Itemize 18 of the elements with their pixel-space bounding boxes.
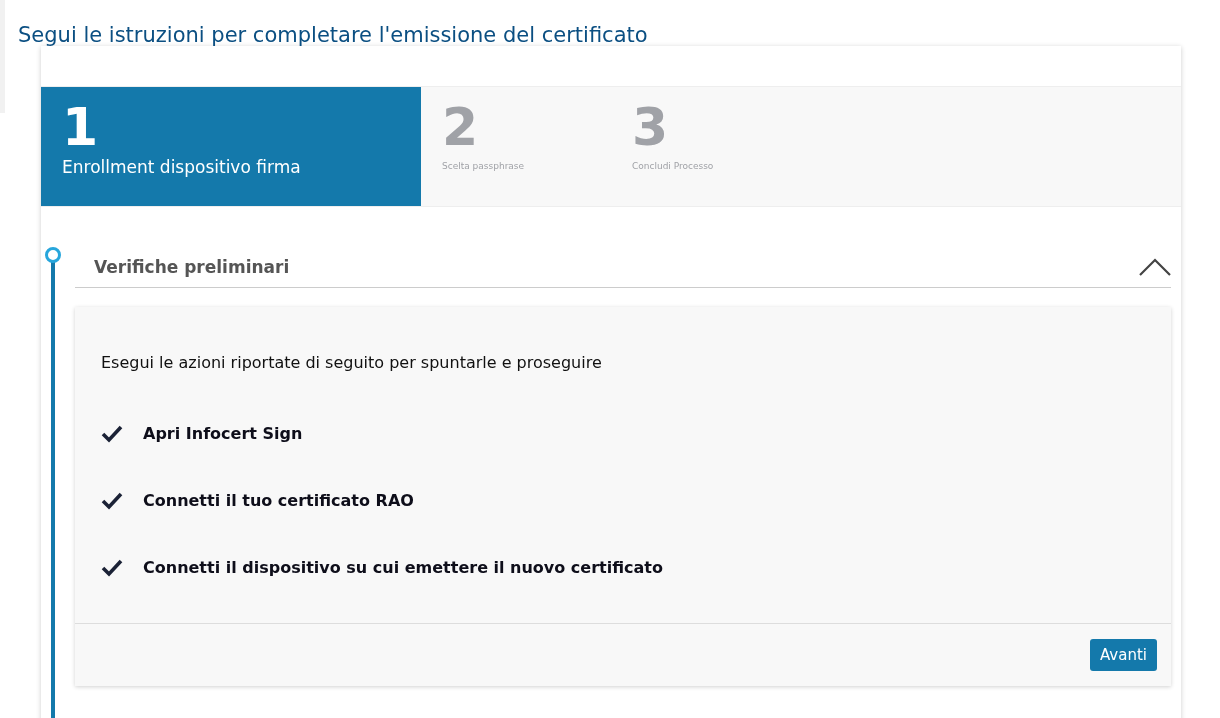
- section-title: Verifiche preliminari: [94, 257, 290, 277]
- checklist-item: Connetti il tuo certificato RAO: [143, 491, 414, 510]
- step-label: Concludi Processo: [632, 161, 715, 171]
- instruction-text: Esegui le azioni riportate di seguito per spuntarle e proseguire: [101, 353, 603, 372]
- step-tab[interactable]: 3 Concludi Processo: [611, 87, 801, 206]
- next-button[interactable]: Avanti: [1090, 639, 1157, 671]
- step-label: Enrollment dispositivo firma: [62, 157, 302, 177]
- checklist-item: Connetti il dispositivo su cui emettere il nuovo certificato: [143, 558, 663, 577]
- page-title: Segui le istruzioni per completare l'emissione del certificato: [17, 22, 649, 46]
- step-tab[interactable]: 2 Scelta passphrase: [421, 87, 611, 206]
- step-number: 2: [442, 97, 480, 157]
- checklist-item: Apri Infocert Sign: [143, 424, 303, 443]
- step-number: 1: [62, 97, 100, 157]
- step-number: 3: [632, 97, 670, 157]
- timeline-dot: [45, 247, 61, 263]
- chevron-up-icon[interactable]: [1139, 258, 1171, 276]
- step-tab[interactable]: 1 Enrollment dispositivo firma: [41, 87, 421, 206]
- step-label: Scelta passphrase: [442, 161, 526, 171]
